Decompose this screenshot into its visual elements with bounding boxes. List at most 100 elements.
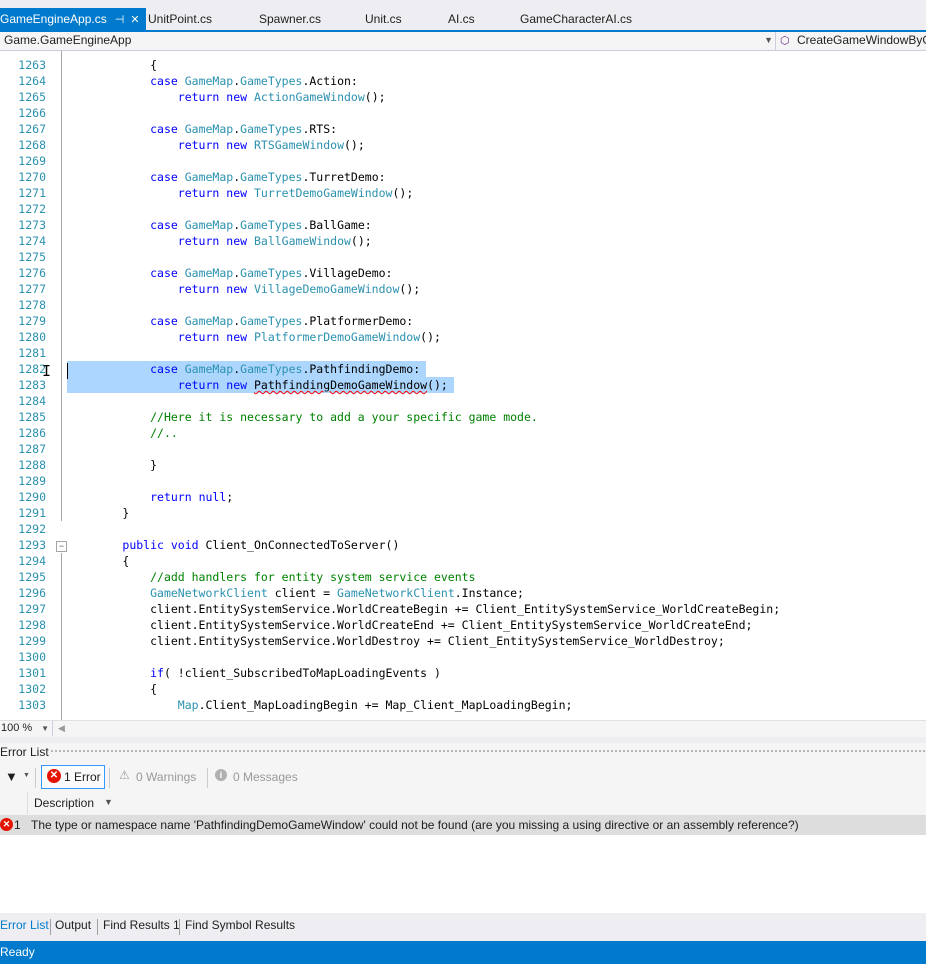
code-line[interactable]: 1292 bbox=[0, 521, 926, 537]
code-token: .Instance; bbox=[454, 586, 524, 600]
code-line[interactable]: 1287 bbox=[0, 441, 926, 457]
code-line[interactable]: 1275 bbox=[0, 249, 926, 265]
code-token: new bbox=[226, 330, 248, 344]
code-line[interactable]: 1300 bbox=[0, 649, 926, 665]
code-text: case GameMap.GameTypes.VillageDemo: bbox=[67, 265, 392, 281]
code-text: case GameMap.GameTypes.TurretDemo: bbox=[67, 169, 385, 185]
member-dropdown[interactable]: ⬡ CreateGameWindowByGameType bbox=[778, 32, 926, 50]
line-number: 1288 bbox=[18, 458, 46, 472]
code-token: GameNetworkClient bbox=[337, 586, 455, 600]
tab-ai[interactable]: AI.cs bbox=[448, 8, 475, 30]
code-line[interactable]: 1278 bbox=[0, 297, 926, 313]
code-line[interactable]: 1285 //Here it is necessary to add a you… bbox=[0, 409, 926, 425]
code-token: //.. bbox=[150, 426, 178, 440]
tab-error-list[interactable]: Error List bbox=[0, 918, 49, 932]
code-line[interactable]: 1291 } bbox=[0, 505, 926, 521]
code-line[interactable]: 1266 bbox=[0, 105, 926, 121]
code-line[interactable]: 1265 return new ActionGameWindow(); bbox=[0, 89, 926, 105]
code-line[interactable]: 1298 client.EntitySystemService.WorldCre… bbox=[0, 617, 926, 633]
scroll-left-icon[interactable]: ◀ bbox=[58, 723, 65, 734]
tab-output[interactable]: Output bbox=[55, 918, 91, 932]
document-tab-strip: GameEngineApp.cs ⊣ ✕ UnitPoint.cs Spawner.… bbox=[0, 0, 926, 30]
error-squiggle-token: PathfindingDemoGameWindow bbox=[253, 378, 428, 392]
navigation-bar: Game.GameEngineApp ▼ ⬡ CreateGameWindowB… bbox=[0, 32, 926, 51]
code-editor[interactable]: 1263 {1264 case GameMap.GameTypes.Action… bbox=[0, 51, 926, 720]
drag-grip[interactable] bbox=[50, 749, 926, 754]
sort-arrow-icon[interactable]: ▼ bbox=[104, 797, 113, 807]
code-line[interactable]: 1269 bbox=[0, 153, 926, 169]
code-line[interactable]: 1277 return new VillageDemoGameWindow(); bbox=[0, 281, 926, 297]
code-token: PlatformerDemoGameWindow bbox=[253, 330, 421, 344]
code-line[interactable]: 1283 return new PathfindingDemoGameWindo… bbox=[0, 377, 926, 393]
code-line[interactable]: 1295 //add handlers for entity system se… bbox=[0, 569, 926, 585]
chevron-down-icon[interactable]: ▼ bbox=[23, 772, 30, 779]
code-line[interactable]: 1272 bbox=[0, 201, 926, 217]
code-token: VillageDemoGameWindow bbox=[253, 282, 400, 296]
code-line[interactable]: 1301 if( !client_SubscribedToMapLoadingE… bbox=[0, 665, 926, 681]
line-number: 1276 bbox=[18, 266, 46, 280]
code-line[interactable]: 1296 GameNetworkClient client = GameNetw… bbox=[0, 585, 926, 601]
code-token: .Action: bbox=[302, 74, 358, 88]
pin-icon[interactable]: ⊣ bbox=[115, 14, 125, 26]
tab-find-results-1[interactable]: Find Results 1 bbox=[103, 918, 180, 932]
code-line[interactable]: 1286 //.. bbox=[0, 425, 926, 441]
code-token: new bbox=[226, 282, 248, 296]
filter-icon[interactable]: ▼ bbox=[5, 769, 18, 784]
line-number: 1271 bbox=[18, 186, 46, 200]
code-line[interactable]: 1289 bbox=[0, 473, 926, 489]
collapse-icon[interactable]: − bbox=[56, 541, 67, 552]
error-list-title-bar[interactable]: Error List bbox=[0, 743, 926, 761]
code-line[interactable]: 1267 case GameMap.GameTypes.RTS: bbox=[0, 121, 926, 137]
messages-filter-button[interactable]: i 0 Messages bbox=[214, 765, 304, 787]
code-text: return new TurretDemoGameWindow(); bbox=[67, 185, 413, 201]
tab-gameengineapp[interactable]: GameEngineApp.cs ⊣ ✕ bbox=[0, 8, 146, 30]
code-line[interactable]: 1264 case GameMap.GameTypes.Action: bbox=[0, 73, 926, 89]
code-token: return bbox=[177, 378, 220, 392]
tab-unitpoint[interactable]: UnitPoint.cs bbox=[148, 8, 212, 30]
code-line[interactable]: 1299 client.EntitySystemService.WorldDes… bbox=[0, 633, 926, 649]
code-line[interactable]: 1263 { bbox=[0, 57, 926, 73]
type-dropdown[interactable]: Game.GameEngineApp ▼ bbox=[0, 32, 776, 50]
code-line[interactable]: 1290 return null; bbox=[0, 489, 926, 505]
code-line[interactable]: 1274 return new BallGameWindow(); bbox=[0, 233, 926, 249]
code-token: new bbox=[226, 90, 248, 104]
tab-unit[interactable]: Unit.cs bbox=[365, 8, 402, 30]
code-line[interactable]: 1279 case GameMap.GameTypes.PlatformerDe… bbox=[0, 313, 926, 329]
error-list-body bbox=[0, 835, 926, 913]
code-line[interactable]: 1284 bbox=[0, 393, 926, 409]
error-row[interactable]: ✕ 1 The type or namespace name 'Pathfind… bbox=[0, 815, 926, 835]
code-line[interactable]: 1271 return new TurretDemoGameWindow(); bbox=[0, 185, 926, 201]
code-line[interactable]: 1288 } bbox=[0, 457, 926, 473]
code-line[interactable]: 1293 public void Client_OnConnectedToSer… bbox=[0, 537, 926, 553]
code-line[interactable]: 1280 return new PlatformerDemoGameWindow… bbox=[0, 329, 926, 345]
close-icon[interactable]: ✕ bbox=[130, 14, 139, 26]
code-token: { bbox=[67, 682, 158, 696]
code-line[interactable]: 1273 case GameMap.GameTypes.BallGame: bbox=[0, 217, 926, 233]
tab-gamecharacterai[interactable]: GameCharacterAI.cs bbox=[520, 8, 632, 30]
code-token: .PathfindingDemo: bbox=[302, 362, 421, 376]
description-column-header[interactable]: Description bbox=[34, 796, 94, 810]
code-line[interactable]: 1303 Map.Client_MapLoadingBegin += Map_C… bbox=[0, 697, 926, 713]
code-line[interactable]: 1268 return new RTSGameWindow(); bbox=[0, 137, 926, 153]
code-text: client.EntitySystemService.WorldCreateBe… bbox=[67, 601, 780, 617]
line-number: 1290 bbox=[18, 490, 46, 504]
code-line[interactable]: 1281 bbox=[0, 345, 926, 361]
zoom-dropdown[interactable]: 100 % ▼ bbox=[0, 721, 53, 736]
tab-spawner[interactable]: Spawner.cs bbox=[259, 8, 321, 30]
errors-filter-button[interactable]: ✕ 1 Error bbox=[41, 765, 105, 789]
code-text: return null; bbox=[67, 489, 233, 505]
code-line[interactable]: 1297 client.EntitySystemService.WorldCre… bbox=[0, 601, 926, 617]
code-line[interactable]: 1270 case GameMap.GameTypes.TurretDemo: bbox=[0, 169, 926, 185]
code-line[interactable]: 1302 { bbox=[0, 681, 926, 697]
warnings-filter-button[interactable]: ⚠ 0 Warnings bbox=[117, 765, 201, 787]
tab-find-symbol-results[interactable]: Find Symbol Results bbox=[185, 918, 295, 932]
code-line[interactable]: 1294 { bbox=[0, 553, 926, 569]
line-number: 1264 bbox=[18, 74, 46, 88]
code-line[interactable]: 1282 case GameMap.GameTypes.PathfindingD… bbox=[0, 361, 926, 377]
code-line[interactable]: 1276 case GameMap.GameTypes.VillageDemo: bbox=[0, 265, 926, 281]
